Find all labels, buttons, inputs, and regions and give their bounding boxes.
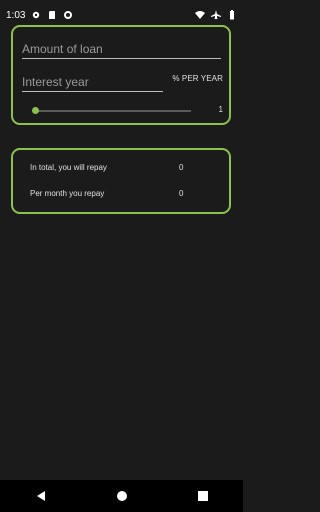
recents-icon[interactable]: [196, 489, 210, 503]
loan-input-card: Amount of loan Interest year % PER YEAR …: [11, 25, 231, 125]
percent-per-year-label: % PER YEAR: [172, 74, 223, 83]
home-icon[interactable]: [115, 489, 129, 503]
battery-icon: [227, 10, 237, 20]
amount-placeholder: Amount of loan: [22, 42, 103, 56]
settings-icon: [31, 10, 41, 20]
amount-field[interactable]: Amount of loan: [22, 38, 221, 59]
slider-track: [33, 110, 191, 112]
sd-card-icon: [47, 10, 57, 20]
interest-field[interactable]: Interest year: [22, 71, 163, 92]
interest-placeholder: Interest year: [22, 75, 89, 89]
monthly-repay-value: 0: [179, 189, 184, 198]
status-time: 1:03: [6, 9, 26, 21]
wifi-icon: [195, 10, 205, 20]
vpn-icon: [63, 10, 73, 20]
years-value: 1: [218, 105, 223, 114]
monthly-repay-row: Per month you repay 0: [30, 189, 229, 198]
results-card: In total, you will repay 0 Per month you…: [11, 148, 231, 214]
back-icon[interactable]: [34, 489, 48, 503]
years-slider[interactable]: [32, 107, 191, 115]
slider-thumb[interactable]: [32, 107, 39, 114]
total-repay-value: 0: [179, 163, 184, 172]
monthly-repay-label: Per month you repay: [30, 189, 105, 198]
airplane-icon: [211, 10, 221, 20]
total-repay-label: In total, you will repay: [30, 163, 107, 172]
total-repay-row: In total, you will repay 0: [30, 163, 229, 172]
navigation-bar: [0, 480, 243, 512]
